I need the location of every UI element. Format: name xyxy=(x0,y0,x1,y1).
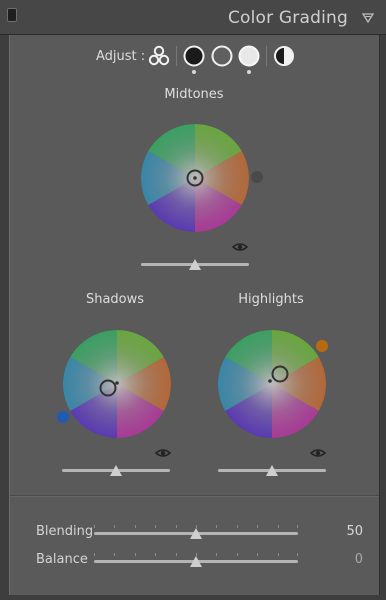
tick xyxy=(236,553,238,556)
tick xyxy=(296,525,298,528)
slider-thumb[interactable] xyxy=(266,465,278,476)
tick xyxy=(277,553,279,556)
blending-value[interactable]: 50 xyxy=(346,524,363,539)
midtones-visibility-eye-icon[interactable] xyxy=(232,242,248,252)
highlights-luminance-slider[interactable] xyxy=(218,464,326,478)
mode-separator xyxy=(266,46,267,66)
tick xyxy=(155,553,157,556)
tick xyxy=(134,525,136,528)
balance-row: Balance 0 xyxy=(10,552,379,572)
tick xyxy=(216,553,218,556)
balance-label: Balance xyxy=(36,552,88,567)
midtones-swatch-icon[interactable] xyxy=(250,170,264,184)
slider-thumb[interactable] xyxy=(190,556,202,567)
midtones-color-wheel[interactable] xyxy=(140,123,250,233)
tick xyxy=(277,525,279,528)
blending-row: Blending 50 xyxy=(10,524,379,544)
panel-header[interactable]: Color Grading xyxy=(0,0,386,35)
tick xyxy=(296,553,298,556)
midtones-mode-icon[interactable] xyxy=(210,44,234,68)
panel-switch-icon[interactable] xyxy=(7,8,17,22)
highlights-visibility-eye-icon[interactable] xyxy=(310,448,326,458)
highlights-swatch-icon[interactable] xyxy=(315,339,329,353)
shadows-color-wheel[interactable] xyxy=(62,329,172,439)
blending-slider[interactable] xyxy=(94,525,298,541)
mode-separator xyxy=(176,46,177,66)
color-grading-body: Adjust : Midtones Shadows Highlights Ble… xyxy=(9,35,380,595)
panel-title: Color Grading xyxy=(227,8,348,28)
tick xyxy=(257,525,259,528)
tick xyxy=(216,525,218,528)
blending-label: Blending xyxy=(36,524,94,539)
slider-thumb[interactable] xyxy=(190,528,202,539)
section-divider xyxy=(10,495,379,496)
midtones-luminance-slider[interactable] xyxy=(141,258,249,272)
shadows-visibility-eye-icon[interactable] xyxy=(155,448,171,458)
shadows-mode-icon[interactable] xyxy=(182,44,206,68)
slider-thumb[interactable] xyxy=(189,259,201,270)
tick xyxy=(114,525,116,528)
three-way-icon[interactable] xyxy=(147,44,171,68)
balance-value[interactable]: 0 xyxy=(355,552,363,567)
collapse-triangle-icon[interactable] xyxy=(362,12,374,24)
shadows-luminance-slider[interactable] xyxy=(62,464,170,478)
tick xyxy=(175,553,177,556)
balance-slider[interactable] xyxy=(94,553,298,569)
tick xyxy=(94,553,95,556)
shadows-adjusted-dot xyxy=(192,70,196,74)
tick xyxy=(155,525,157,528)
tick xyxy=(114,553,116,556)
highlights-mode-icon[interactable] xyxy=(237,44,261,68)
shadows-label: Shadows xyxy=(85,292,145,307)
tick xyxy=(175,525,177,528)
tick xyxy=(94,525,95,528)
color-grading-panel-window: Color Grading Adjust : Midtones Shadows … xyxy=(0,0,386,600)
midtones-label: Midtones xyxy=(164,87,224,102)
slider-thumb[interactable] xyxy=(110,465,122,476)
tick xyxy=(257,553,259,556)
global-mode-icon[interactable] xyxy=(272,44,296,68)
tick xyxy=(134,553,136,556)
tick xyxy=(236,525,238,528)
adjust-mode-bar: Adjust : xyxy=(10,45,379,81)
adjust-label: Adjust : xyxy=(96,49,146,64)
highlights-adjusted-dot xyxy=(247,70,251,74)
shadows-swatch-icon[interactable] xyxy=(56,410,70,424)
highlights-color-wheel[interactable] xyxy=(217,329,327,439)
highlights-label: Highlights xyxy=(238,292,304,307)
